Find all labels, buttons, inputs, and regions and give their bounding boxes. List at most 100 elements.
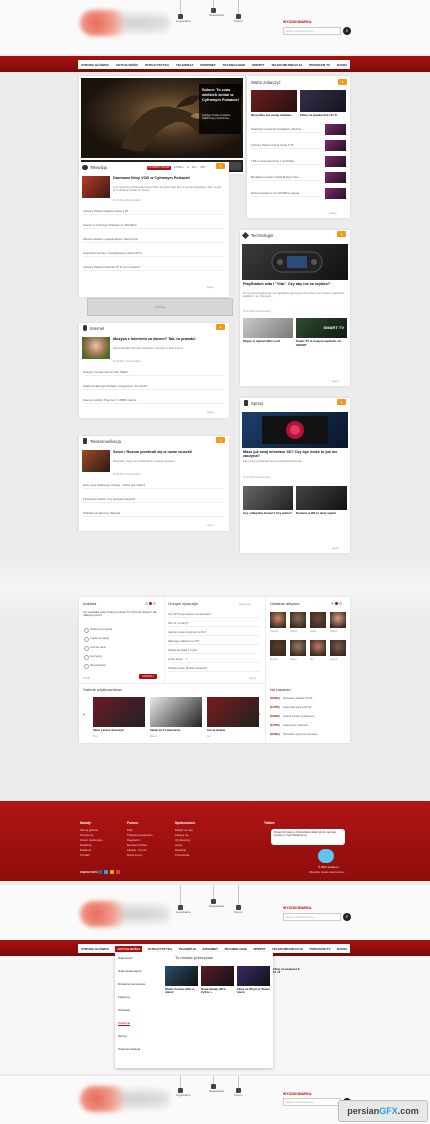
hardware-lead-image[interactable] <box>242 412 348 448</box>
hot-topic[interactable]: Dlaczego płacicie za TV? <box>168 638 260 645</box>
tech-sub-title[interactable]: Smart TV w nowym wydaniu od SMART <box>296 339 347 347</box>
dropdown-item[interactable]: Najnowsze <box>118 956 133 960</box>
gallery-thumb[interactable] <box>207 697 259 727</box>
footer-link[interactable]: Kontakt <box>80 853 90 858</box>
list-item[interactable]: Cyfrowy Polsat zwiększa ofertę 1 PF <box>83 208 223 215</box>
list-item[interactable]: Czarnowa niemiec i szczególnej w ofercie… <box>83 250 223 257</box>
user-avatar[interactable] <box>290 612 306 628</box>
worth-list-item[interactable]: Telewizja 3 pokonali Instalatorzy Możesz… <box>251 126 321 133</box>
nav-item-5[interactable]: TECHNOLOGIE <box>223 63 246 67</box>
dropdown-feature-thumb[interactable] <box>237 966 270 986</box>
hardware-sub-title[interactable]: Kamera w HD to duży wybór <box>296 511 347 516</box>
login-link[interactable]: Logowanie <box>176 0 191 23</box>
search-input[interactable]: wpisz szukaną frazę... <box>283 1098 341 1106</box>
user-name[interactable]: Kasia <box>310 630 316 633</box>
tab-nc[interactable]: NC + <box>192 166 198 170</box>
worth-list-thumb[interactable] <box>325 124 346 135</box>
rss-icon[interactable]: ● <box>216 437 225 443</box>
list-item[interactable]: 5 Mobile już aktywny. Wiosna! <box>83 510 223 517</box>
more-link[interactable]: więcej <box>249 677 256 680</box>
internet-lead-image[interactable] <box>82 337 110 359</box>
hot-topic[interactable]: Czy IPTV jest lepsze od internetu? <box>168 611 260 618</box>
user-name[interactable]: Paweł <box>290 658 297 661</box>
gallery-item-title[interactable]: Gra na ekranie <box>207 729 259 732</box>
forum-link[interactable]: Forum <box>234 885 243 914</box>
site-logo[interactable] <box>80 901 170 927</box>
gallery-prev-button[interactable]: ‹ <box>83 712 85 718</box>
user-avatar[interactable] <box>330 640 346 656</box>
twitter-bird-icon[interactable] <box>318 849 334 863</box>
list-item[interactable]: Orange i Google internet dla "Tablet" <box>83 369 223 376</box>
radio-button[interactable] <box>84 628 89 633</box>
dropdown-item[interactable]: Najpopularniejsze <box>118 969 142 973</box>
list-item[interactable]: Cyfrowy Polsat wzmacnia TV 8. Co to będz… <box>83 264 223 271</box>
nav-item-6[interactable]: SPRZĘT <box>252 63 264 67</box>
user-name[interactable]: Tomek <box>330 658 337 661</box>
dropdown-feature-title[interactable]: Filmy na 2D już w Twoim domu <box>237 987 270 995</box>
tab-upc[interactable]: UPC <box>200 166 205 170</box>
tab-cyfra[interactable]: CYFRA + <box>174 166 184 170</box>
nav-item-8[interactable]: PROGRAM TV <box>310 947 331 951</box>
user-avatar[interactable] <box>270 612 286 628</box>
youtube-icon[interactable] <box>116 870 120 874</box>
more-link[interactable]: więcej <box>207 524 214 527</box>
worth-list-item[interactable]: Bezpłatna wyzwa w Multi Muzycz Stre... <box>251 174 321 181</box>
footer-link[interactable]: Mapa strony <box>127 853 142 858</box>
login-link[interactable]: Logowanie <box>176 1076 191 1097</box>
worth-list-item[interactable]: Cyfrowy Polsat zmienił ofertę 1 TF <box>251 142 321 149</box>
hero-card[interactable]: Solorz: To czas wielkich zmian w Cyfrowy… <box>79 76 245 174</box>
user-name[interactable]: Ala <box>310 658 313 661</box>
nav-item-9[interactable]: RADIO <box>337 947 347 951</box>
site-logo[interactable] <box>80 10 170 36</box>
list-item[interactable]: Nowy spot reklamowy Orange - Dobry jest … <box>83 482 223 489</box>
dropdown-item[interactable]: Telekomunikacja <box>118 1047 140 1051</box>
hardware-lead-title[interactable]: Masz już swój telewizor 3D? Czy być może… <box>243 450 347 459</box>
dropdown-feature-title[interactable]: Filmy na weekend 9-10 / 8 <box>273 967 303 975</box>
dropdown-feature-title[interactable]: Nowe kanały HD w Cyfrze + <box>201 987 234 995</box>
register-link[interactable]: Rejestracja <box>209 0 224 17</box>
dropdown-item[interactable]: Felietony <box>118 995 130 999</box>
search-input[interactable]: wpisz szukaną frazę... <box>283 27 341 35</box>
dropdown-item[interactable]: Wywiady <box>118 1008 130 1012</box>
footer-link[interactable]: Przewodnik <box>175 853 189 858</box>
facebook-icon[interactable] <box>98 870 102 874</box>
nav-item-3[interactable]: TELEWIZJA <box>176 63 194 67</box>
hot-topic[interactable]: Pre mi i zmiany? <box>168 620 260 627</box>
nav-item-7[interactable]: TELEKOMUNIKACJA <box>271 63 302 67</box>
poll-pager[interactable] <box>145 602 159 605</box>
forum-link[interactable]: Forum <box>234 1076 243 1097</box>
user-avatar[interactable] <box>310 612 326 628</box>
register-link[interactable]: Rejestracja <box>209 885 224 908</box>
login-link[interactable]: Logowanie <box>176 885 191 914</box>
twitter-icon[interactable] <box>104 870 108 874</box>
tech-sub-image[interactable] <box>243 318 293 338</box>
list-item[interactable]: Zderza ostatnie i najpiękniejsze! Naszyc… <box>83 236 223 243</box>
user-name[interactable]: Robert <box>290 630 297 633</box>
bazaar-item[interactable]: Sprzedam sprzęt na wymianę <box>283 733 317 736</box>
nav-item-2[interactable]: PUBLICYSTYKA <box>148 947 172 951</box>
dropdown-item[interactable]: Telewizja <box>118 1021 130 1025</box>
search-button[interactable]: ⌕ <box>343 913 351 921</box>
bazaar-item[interactable]: Kupię Samsung LCD 32" <box>283 706 312 709</box>
hardware-sub-title[interactable]: Czy odkupiłeś Canon? Czy warto? <box>243 511 293 516</box>
vote-button[interactable]: GŁOSUJ <box>139 674 157 679</box>
list-item[interactable]: TP jeszcze tańsza. Czy sieciowa zażywa? <box>83 496 223 503</box>
rss-icon[interactable] <box>110 870 114 874</box>
gallery-thumb[interactable] <box>150 697 202 727</box>
search-button[interactable]: ⌕ <box>343 27 351 35</box>
worth-list-thumb[interactable] <box>325 188 346 199</box>
worth-thumb[interactable] <box>300 90 346 112</box>
list-item[interactable]: Telekomunikacyjna Polska z programem "Fu… <box>83 383 223 390</box>
nav-item-3[interactable]: TELEWIZJA <box>179 947 197 951</box>
worth-list-item[interactable]: TNK w nowej komórce z tej Polska <box>251 158 321 165</box>
dropdown-item[interactable]: Działanie konsolowe <box>118 982 145 986</box>
search-input[interactable]: wpisz szukaną frazę... <box>283 913 341 921</box>
nav-item-8[interactable]: PROGRAM TV <box>309 63 330 67</box>
dropdown-feature-thumb[interactable] <box>201 966 234 986</box>
gallery-thumb[interactable] <box>93 697 145 727</box>
nav-item-0[interactable]: STRONA GŁÓWNA <box>81 947 109 951</box>
user-name[interactable]: Marcin <box>330 630 337 633</box>
internet-lead-title[interactable]: Muzyka z Internetu za darmo? Tak, to pra… <box>113 337 223 341</box>
worth-list-thumb[interactable] <box>325 140 346 151</box>
rss-icon[interactable]: ● <box>216 163 225 169</box>
